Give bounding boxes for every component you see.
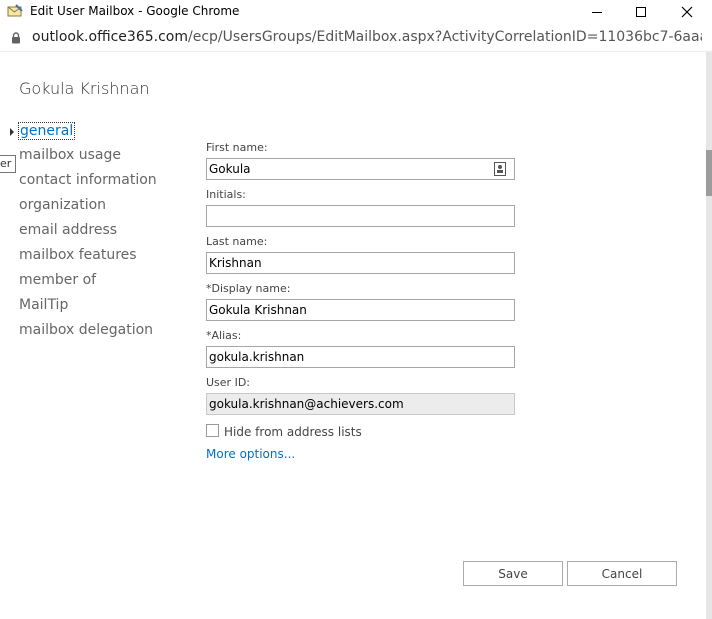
nav-item-member-of[interactable]: member of [19, 272, 96, 288]
initials-label: Initials: [206, 188, 246, 201]
user-id-field: gokula.krishnan@achievers.com [206, 393, 515, 415]
title-bar: Edit User Mailbox - Google Chrome [0, 0, 712, 24]
user-id-label: User ID: [206, 376, 250, 389]
last-name-label: Last name: [206, 235, 268, 248]
selected-arrow-icon [10, 128, 14, 136]
alias-field[interactable]: gokula.krishnan [206, 346, 515, 368]
maximize-button[interactable] [618, 0, 664, 24]
nav-item-mailbox-features[interactable]: mailbox features [19, 247, 137, 263]
maximize-icon [636, 7, 646, 17]
alias-value: gokula.krishnan [209, 350, 305, 364]
initials-field[interactable] [206, 205, 515, 227]
page-title: Gokula Krishnan [19, 79, 150, 98]
close-icon [681, 6, 693, 18]
display-name-label: *Display name: [206, 282, 291, 295]
window-edge [706, 52, 712, 619]
hide-from-address-lists-label[interactable]: Hide from address lists [224, 425, 362, 439]
hide-from-address-lists-checkbox[interactable] [206, 424, 219, 437]
lock-icon [12, 32, 20, 44]
edge-marker [706, 150, 712, 196]
cancel-button[interactable]: Cancel [567, 561, 677, 586]
last-name-field[interactable]: Krishnan [206, 252, 515, 274]
minimize-icon [592, 12, 602, 13]
address-bar[interactable]: outlook.office365.com/ecp/UsersGroups/Ed… [0, 24, 712, 52]
save-button[interactable]: Save [463, 561, 563, 586]
last-name-value: Krishnan [209, 256, 262, 270]
display-name-value: Gokula Krishnan [209, 303, 307, 317]
tooltip-fragment: er [0, 155, 16, 173]
nav-item-mailtip[interactable]: MailTip [19, 297, 68, 313]
first-name-label: First name: [206, 141, 268, 154]
nav-item-mailbox-usage[interactable]: mailbox usage [19, 147, 121, 163]
url-path: /ecp/UsersGroups/EditMailbox.aspx?Activi… [188, 29, 702, 45]
user-id-value: gokula.krishnan@achievers.com [209, 397, 404, 411]
nav-item-general[interactable]: general [18, 122, 76, 140]
minimize-button[interactable] [574, 0, 620, 24]
nav-item-contact-information[interactable]: contact information [19, 172, 157, 188]
display-name-field[interactable]: Gokula Krishnan [206, 299, 515, 321]
close-button[interactable] [664, 0, 710, 24]
first-name-value: Gokula [209, 162, 251, 176]
mail-edit-icon [7, 4, 23, 17]
first-name-field[interactable]: Gokula [206, 158, 515, 180]
contact-card-icon[interactable] [494, 162, 506, 176]
nav-item-mailbox-delegation[interactable]: mailbox delegation [19, 322, 153, 338]
nav-item-organization[interactable]: organization [19, 197, 106, 213]
alias-label: *Alias: [206, 329, 242, 342]
nav-item-email-address[interactable]: email address [19, 222, 117, 238]
more-options-link[interactable]: More options... [206, 447, 295, 461]
window-title: Edit User Mailbox - Google Chrome [30, 4, 240, 18]
url-text[interactable]: outlook.office365.com/ecp/UsersGroups/Ed… [32, 29, 702, 45]
url-host: outlook.office365.com [32, 29, 188, 45]
